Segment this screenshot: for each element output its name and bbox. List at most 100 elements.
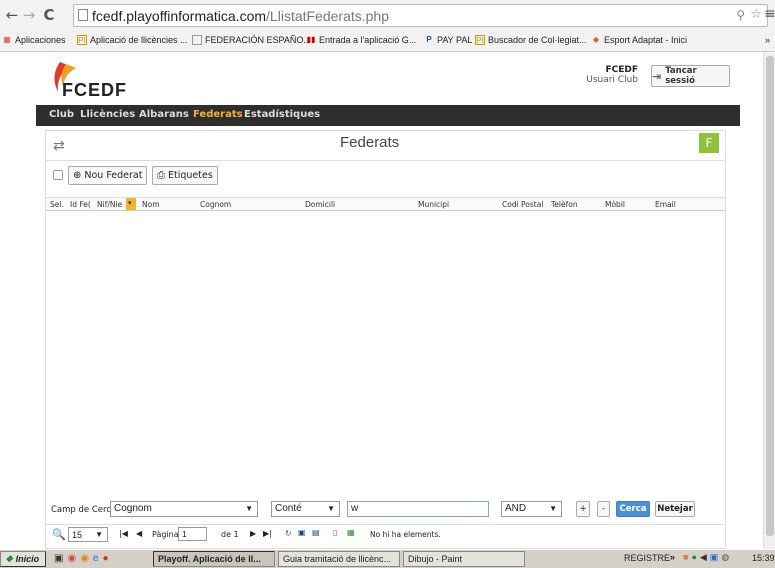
search-button[interactable]: Cerca — [616, 501, 650, 517]
menu-item-club[interactable]: Club — [49, 109, 74, 120]
page-title: Federats — [340, 134, 400, 151]
scrollbar-thumb[interactable] — [766, 56, 774, 536]
search-field-select[interactable]: Cognom ▼ — [110, 501, 258, 517]
logo-text: FCEDF — [62, 80, 127, 100]
pdf-icon[interactable]: ▯ — [333, 528, 337, 537]
search-operator-select[interactable]: Conté ▼ — [271, 501, 340, 517]
divider — [46, 160, 725, 161]
menu-item-albarans[interactable]: Albarans — [139, 109, 189, 120]
clock: 15:39 — [752, 553, 775, 563]
remove-condition-button[interactable]: - — [597, 501, 610, 517]
quick-launch: ▣◉◉e● — [54, 553, 113, 564]
excel-icon[interactable]: ▦ — [347, 528, 355, 537]
federats-panel — [45, 130, 726, 549]
column-header-email[interactable]: Email — [655, 200, 676, 209]
menu-item-estadistiques[interactable]: Estadístiques — [244, 109, 320, 120]
taskbar-item[interactable]: Dibujo - Paint — [403, 551, 525, 567]
select-all-checkbox[interactable] — [53, 170, 63, 180]
bookmarks-more[interactable]: » — [765, 35, 770, 45]
reload-icon[interactable]: C — [41, 6, 57, 24]
bookmark-item[interactable]: FEDERACIÓN ESPAÑO... — [192, 35, 311, 45]
tray-display-icon[interactable]: ▣ — [710, 552, 722, 562]
chevron-down-icon: ▼ — [245, 504, 253, 513]
column-header-codi-postal[interactable]: Codi Postal — [502, 200, 543, 209]
refresh-icon[interactable]: ↻ — [285, 529, 292, 538]
taskbar: ❖ Inicio ▣◉◉e● Playoff. Aplicació de ll.… — [0, 549, 775, 568]
search-icon[interactable]: 🔍 — [52, 528, 66, 541]
browser-nav-bar: ← → C fcedf.playoffinformatica.com/Llist… — [0, 0, 775, 31]
bookmark-item[interactable]: ◆ Esport Adaptat - Inici — [591, 35, 687, 45]
desktop-icon[interactable]: ▣ — [54, 553, 67, 564]
taskbar-item[interactable]: Guia tramitació de llicènc... — [278, 551, 400, 567]
page-icon — [78, 9, 88, 21]
tray-more[interactable]: » — [670, 552, 675, 562]
last-page-icon[interactable]: ▶| — [263, 529, 272, 538]
save-icon[interactable]: ▣ — [298, 528, 306, 537]
pi-favicon: PI — [77, 35, 87, 45]
start-button[interactable]: ❖ Inicio — [0, 551, 46, 567]
export-icon[interactable]: ▤ — [312, 528, 320, 537]
logout-icon: ⇥ — [652, 69, 662, 83]
new-federat-button[interactable]: ⊕ Nou Federat — [68, 166, 148, 185]
column-header-id[interactable]: Id Fe( — [70, 200, 91, 209]
logout-button[interactable]: ⇥ Tancar sessió — [651, 65, 730, 87]
address-bar[interactable]: fcedf.playoffinformatica.com/LlistatFede… — [73, 4, 768, 27]
page-number-input[interactable]: 1 — [178, 527, 207, 541]
app-icon[interactable]: ● — [102, 553, 112, 564]
panel-badge: F — [699, 133, 719, 153]
firefox-icon[interactable]: ◉ — [80, 553, 93, 564]
bookmark-item[interactable]: ▦ Aplicaciones — [2, 35, 65, 45]
page-size-select[interactable]: 15 ▼ — [68, 527, 108, 542]
printer-icon: ⎙ — [157, 170, 165, 181]
volume-icon[interactable]: ◀ — [700, 552, 710, 562]
labels-button[interactable]: ⎙ Etiquetes — [152, 166, 218, 185]
first-page-icon[interactable]: |◀ — [119, 529, 128, 538]
column-header-telefon[interactable]: Telèfon — [551, 200, 578, 209]
plus-circle-icon: ⊕ — [73, 170, 82, 181]
bookmark-star-icon[interactable]: ☆ — [750, 7, 762, 22]
user-name: FCEDF — [605, 65, 638, 75]
chrome-icon[interactable]: ◉ — [67, 553, 80, 564]
column-header-municipi[interactable]: Municipi — [418, 200, 449, 209]
clear-button[interactable]: Netejar — [655, 501, 695, 517]
search-logic-select[interactable]: AND ▼ — [501, 501, 562, 517]
pager-status: No hi ha elements. — [370, 530, 441, 539]
page-count: de 1 — [221, 530, 239, 539]
column-header-nom[interactable]: Nom — [142, 200, 160, 209]
system-tray: ■●◀▣◍ — [683, 552, 732, 563]
page-label: Pàgina — [152, 530, 179, 539]
collapse-icon[interactable]: ⇄ — [53, 138, 65, 154]
bookmark-item[interactable]: PI Aplicació de llicències ... — [77, 35, 188, 45]
menu-item-federats[interactable]: Federats — [193, 109, 243, 120]
column-header-domicili[interactable]: Domicili — [305, 200, 335, 209]
page-scrollbar[interactable] — [763, 52, 775, 549]
bookmark-item[interactable]: PI Buscador de Col·legiat... — [475, 35, 587, 45]
esport-favicon: ◆ — [592, 35, 600, 44]
add-condition-button[interactable]: + — [576, 501, 590, 517]
search-input[interactable]: w — [347, 501, 489, 517]
bookmark-item[interactable]: ▮▮ Entrada a l'aplicació G... — [306, 35, 417, 45]
browser-chrome: ← → C fcedf.playoffinformatica.com/Llist… — [0, 0, 775, 52]
back-arrow-icon[interactable]: ← — [4, 6, 20, 24]
column-header-nif[interactable]: Nif/Nie — [97, 200, 122, 209]
column-header-cognom[interactable]: Cognom — [200, 200, 231, 209]
bookmark-item[interactable]: P PAY PAL — [424, 35, 472, 45]
apps-grid-icon: ▦ — [3, 35, 11, 44]
menu-item-llicencies[interactable]: Llicències — [80, 109, 135, 120]
tray-shield-icon[interactable]: ◍ — [721, 552, 732, 562]
zoom-icon[interactable]: ⚲ — [736, 8, 745, 22]
bookmarks-bar: ▦ Aplicaciones PI Aplicació de llicències … — [0, 31, 775, 51]
menu-icon[interactable]: ≡ — [764, 6, 775, 22]
next-page-icon[interactable]: ▶ — [250, 529, 256, 538]
column-header-sel[interactable]: Sel. — [50, 200, 64, 209]
tray-network-icon[interactable]: ● — [691, 552, 699, 562]
prev-page-icon[interactable]: ◀ — [136, 529, 142, 538]
forward-arrow-icon[interactable]: → — [21, 6, 37, 24]
column-header-mobil[interactable]: Mòbil — [605, 200, 625, 209]
chevron-down-icon: ▼ — [549, 504, 557, 513]
user-role: Usuari Club — [586, 75, 638, 85]
search-field-label: Camp de Cerca — [51, 505, 117, 515]
taskbar-item[interactable]: Playoff. Aplicació de ll... — [153, 551, 275, 567]
chevron-down-icon: ▼ — [95, 530, 103, 539]
sort-dropdown-icon[interactable]: ▾ — [126, 198, 136, 210]
